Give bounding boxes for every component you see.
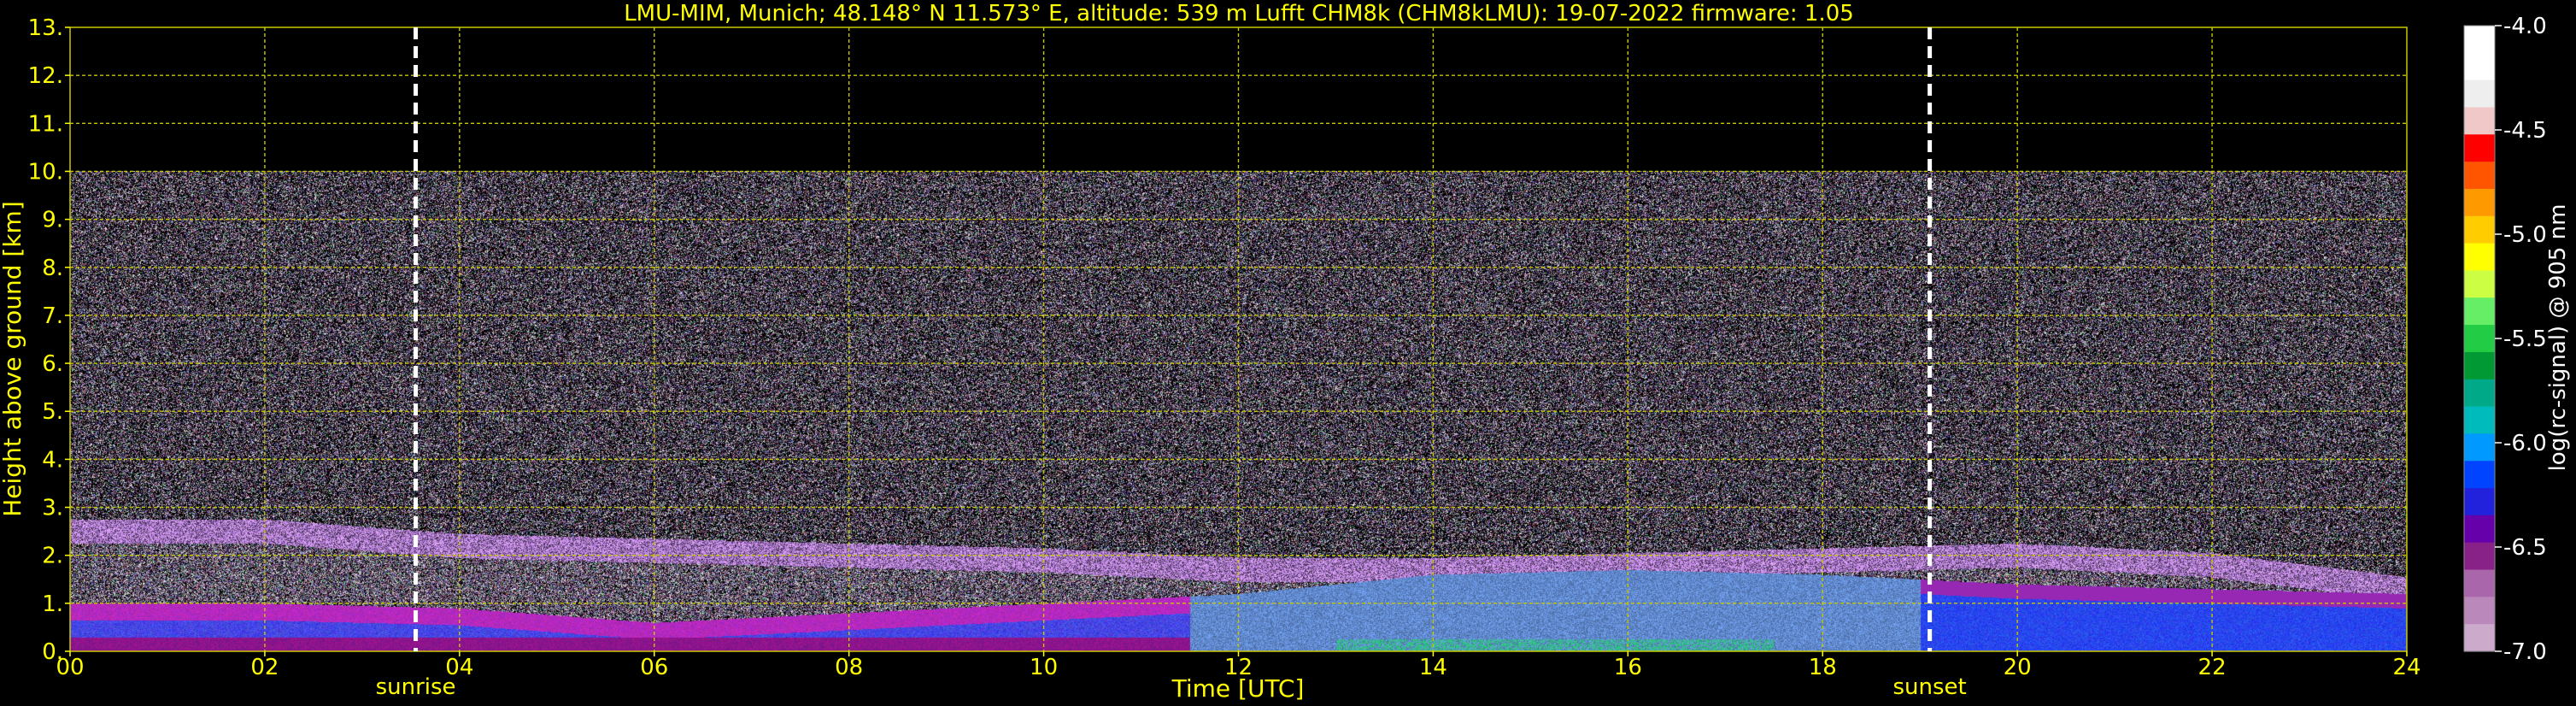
y-tick-label: 6. [42,351,63,377]
x-tick-label: 10 [1030,655,1058,680]
sunrise-label: sunrise [376,674,456,700]
colorbar-segment [2464,488,2495,516]
colorbar-segment [2464,624,2495,652]
colorbar-segment [2464,325,2495,353]
colorbar-segment [2464,515,2495,544]
y-tick-label: 9. [42,208,63,233]
y-tick-label: 13. [28,15,63,41]
colorbar-segment [2464,379,2495,408]
colorbar-tick-label: -5.0 [2503,222,2547,248]
x-tick-label: 08 [835,655,863,680]
x-tick-label: 18 [1809,655,1837,680]
colorbar-segment [2464,52,2495,81]
colorbar-segment [2464,243,2495,272]
plot-area [69,26,2408,652]
y-tick-label: 11. [28,111,63,137]
y-axis-label: Height above ground [km] [0,201,26,517]
colorbar-segment [2464,188,2495,217]
colorbar-segment [2464,215,2495,244]
x-tick-label: 02 [250,655,279,680]
y-tick-label: 4. [42,447,63,473]
x-tick-label: 24 [2392,655,2421,680]
colorbar-tick-label: -4.0 [2503,14,2547,39]
ceilometer-chart: LMU-MIM, Munich; 48.148° N 11.573° E, al… [0,0,2576,706]
colorbar-segment [2464,542,2495,571]
colorbar-segment [2464,134,2495,162]
colorbar-segment [2464,297,2495,326]
y-tick-label: 7. [42,303,63,329]
colorbar-segment [2464,270,2495,298]
colorbar-tick-label: -6.0 [2503,431,2547,456]
colorbar-segment [2464,461,2495,489]
colorbar-segment [2464,26,2495,54]
y-tick-label: 1. [42,591,63,617]
y-tick-label: 0. [42,639,63,665]
colorbar-segment [2464,79,2495,109]
x-tick-label: 06 [640,655,668,680]
colorbar-segment [2464,597,2495,625]
y-tick-label: 12. [28,63,63,89]
colorbar-segment [2464,433,2495,462]
x-tick-label: 16 [1614,655,1642,680]
colorbar-tick-label: -5.5 [2503,327,2547,352]
colorbar-segment [2464,406,2495,434]
y-tick-label: 2. [42,544,63,569]
colorbar-label: log(rc-signal) @ 905 nm [2545,204,2571,472]
y-tick-label: 3. [42,496,63,521]
y-tick-label: 10. [28,159,63,185]
colorbar-segment [2464,162,2495,190]
colorbar-segment [2464,107,2495,135]
x-tick-label: 20 [2004,655,2032,680]
x-tick-label: 22 [2198,655,2227,680]
sunset-label: sunset [1892,674,1966,700]
colorbar-tick-label: -6.5 [2503,535,2547,561]
chart-title: LMU-MIM, Munich; 48.148° N 11.573° E, al… [624,1,1854,26]
colorbar-segment [2464,569,2495,597]
colorbar-tick-label: -4.5 [2503,118,2547,144]
x-tick-label: 14 [1419,655,1447,680]
y-tick-label: 8. [42,256,63,281]
x-axis-label: Time [UTC] [1171,674,1305,703]
y-tick-label: 5. [42,399,63,425]
colorbar-tick-label: -7.0 [2503,639,2547,665]
colorbar-segment [2464,351,2495,380]
